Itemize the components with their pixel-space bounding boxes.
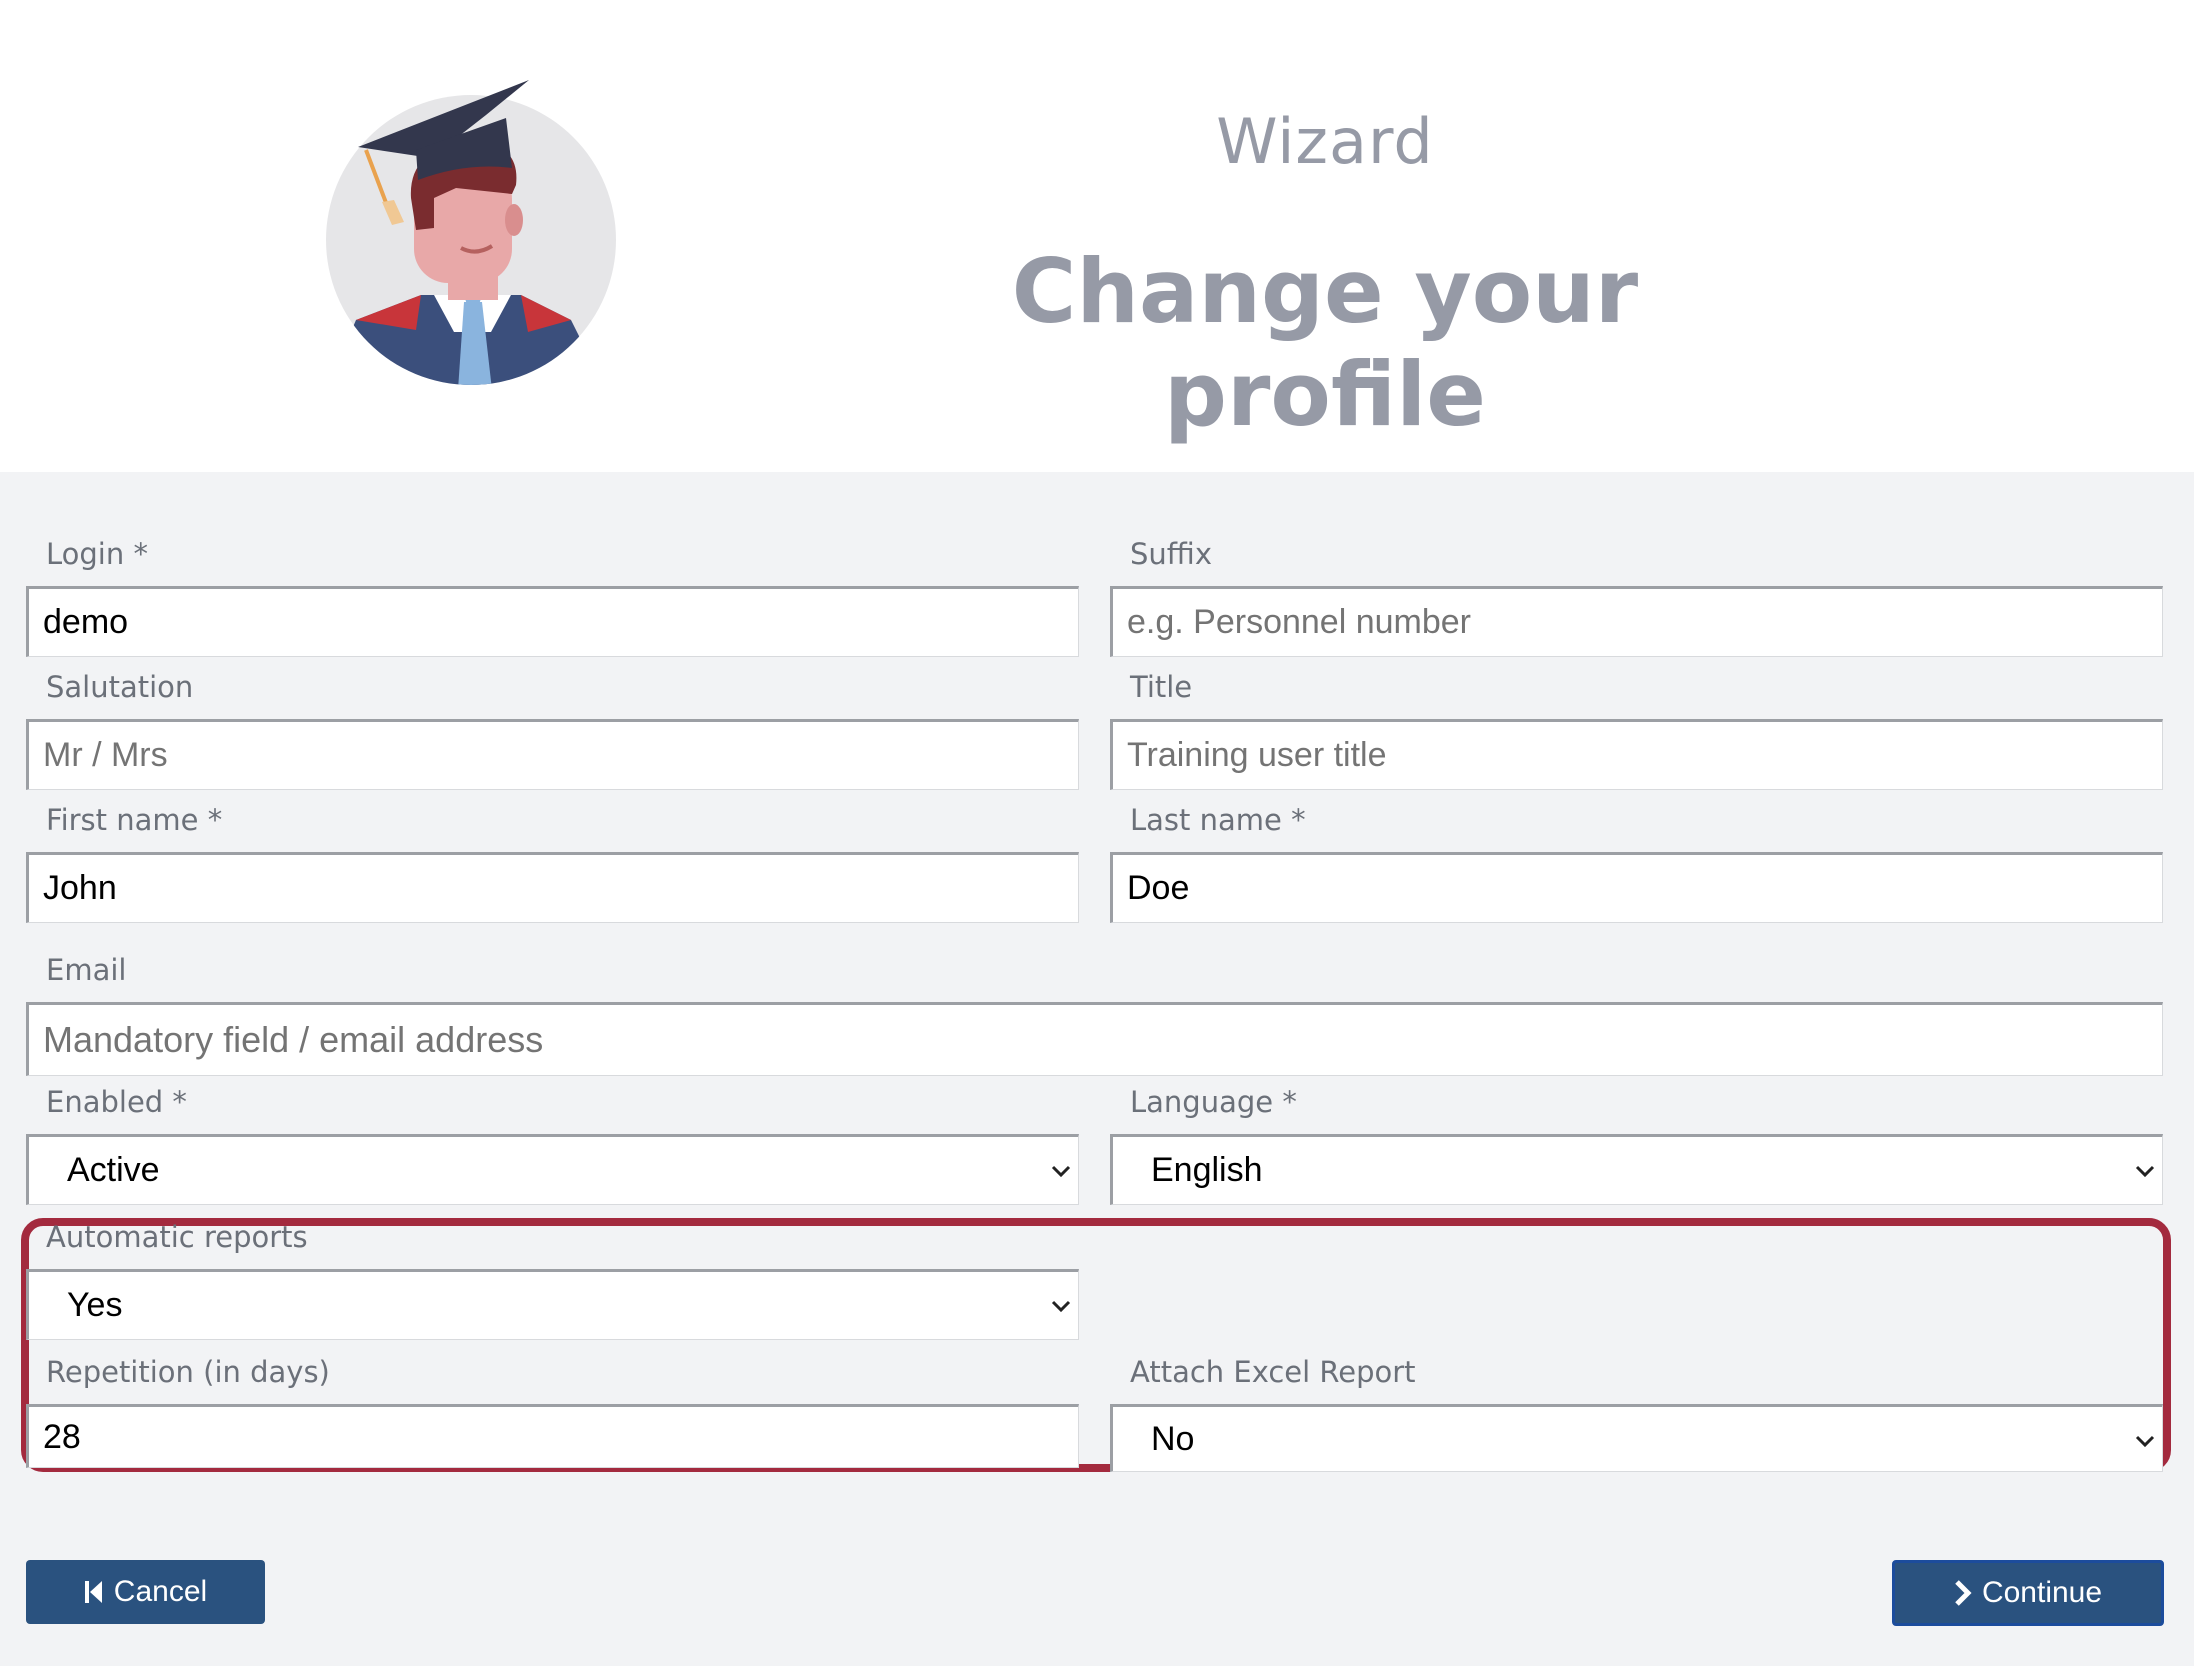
- attach-excel-select[interactable]: No: [1110, 1404, 2163, 1472]
- cancel-label: Cancel: [113, 1575, 208, 1608]
- email-placeholder: Mandatory field / email address: [43, 1019, 544, 1060]
- wizard-label: Wizard: [1216, 105, 1434, 178]
- repetition-label: Repetition (in days): [46, 1355, 330, 1389]
- email-input[interactable]: Mandatory field / email address: [26, 1002, 2163, 1076]
- first-name-label: First name *: [46, 803, 223, 837]
- email-label: Email: [46, 953, 127, 987]
- repetition-input[interactable]: 28: [26, 1404, 1079, 1468]
- continue-label: Continue: [1981, 1576, 2103, 1609]
- continue-button[interactable]: Continue: [1892, 1560, 2164, 1626]
- chevron-right-icon: [1955, 1580, 1972, 1606]
- cancel-button[interactable]: Cancel: [26, 1560, 265, 1624]
- language-label: Language *: [1130, 1085, 1297, 1119]
- login-label: Login *: [46, 537, 148, 571]
- graduate-avatar: [326, 80, 616, 385]
- skip-back-icon: [84, 1581, 102, 1603]
- chevron-down-icon: [1051, 1300, 1071, 1313]
- suffix-label: Suffix: [1130, 537, 1212, 571]
- salutation-input[interactable]: Mr / Mrs: [26, 719, 1079, 790]
- attach-excel-value: No: [1151, 1419, 1195, 1458]
- suffix-input[interactable]: e.g. Personnel number: [1110, 586, 2163, 657]
- automatic-reports-select[interactable]: Yes: [26, 1269, 1079, 1340]
- attach-excel-label: Attach Excel Report: [1130, 1355, 1416, 1389]
- page-title: Change your profile: [1011, 240, 1639, 446]
- language-value: English: [1151, 1151, 1263, 1189]
- last-name-label: Last name *: [1130, 803, 1306, 837]
- title-placeholder: Training user title: [1127, 736, 1387, 774]
- chevron-down-icon: [2135, 1165, 2155, 1178]
- first-name-input[interactable]: John: [26, 852, 1079, 923]
- salutation-label: Salutation: [46, 670, 194, 704]
- title-label: Title: [1130, 670, 1193, 704]
- wizard-header: Wizard Change your profile: [0, 0, 2196, 472]
- chevron-down-icon: [2135, 1435, 2155, 1448]
- salutation-placeholder: Mr / Mrs: [43, 736, 168, 774]
- language-select[interactable]: English: [1110, 1134, 2163, 1205]
- enabled-label: Enabled *: [46, 1085, 187, 1119]
- enabled-select[interactable]: Active: [26, 1134, 1079, 1205]
- automatic-reports-label: Automatic reports: [46, 1220, 308, 1254]
- automatic-reports-value: Yes: [67, 1286, 123, 1324]
- suffix-placeholder: e.g. Personnel number: [1127, 603, 1471, 641]
- chevron-down-icon: [1051, 1165, 1071, 1178]
- login-input[interactable]: demo: [26, 586, 1079, 657]
- last-name-input[interactable]: Doe: [1110, 852, 2163, 923]
- title-input[interactable]: Training user title: [1110, 719, 2163, 790]
- enabled-value: Active: [67, 1151, 160, 1189]
